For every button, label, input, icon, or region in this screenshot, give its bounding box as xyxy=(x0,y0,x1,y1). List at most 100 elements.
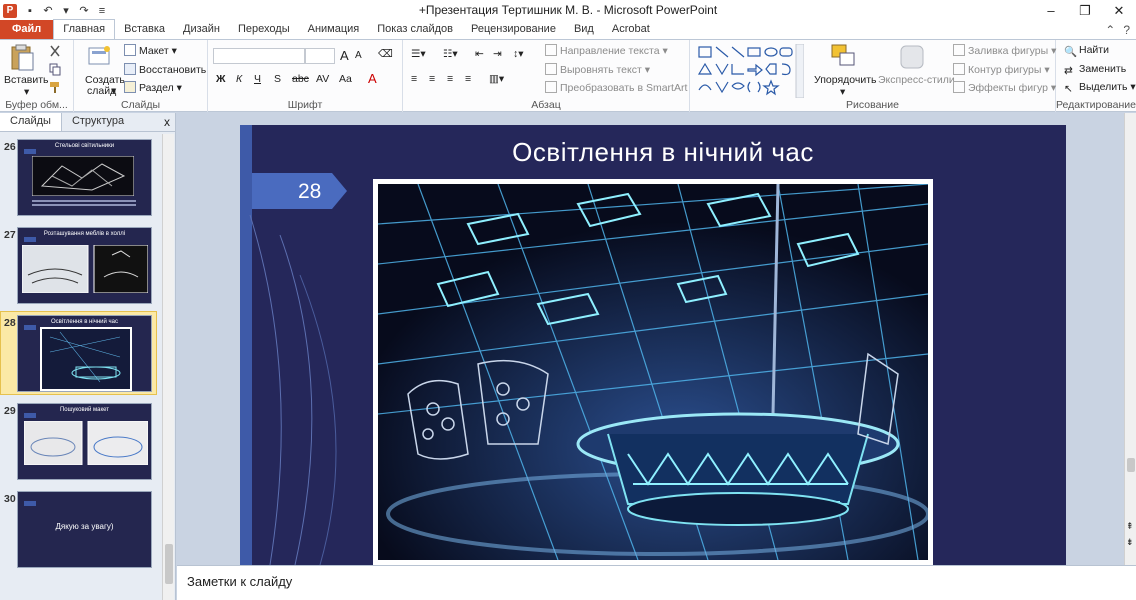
smartart-button[interactable]: Преобразовать в SmartArt xyxy=(545,81,687,94)
undo-icon[interactable]: ↶ xyxy=(41,4,55,17)
clear-format-icon[interactable]: ⌫ xyxy=(378,48,393,60)
decrease-indent-icon[interactable]: ⇤ xyxy=(475,48,484,60)
tab-slideshow[interactable]: Показ слайдов xyxy=(368,20,462,39)
minimize-button[interactable]: – xyxy=(1034,0,1068,21)
justify-icon[interactable]: ≡ xyxy=(465,73,471,85)
increase-indent-icon[interactable]: ⇥ xyxy=(493,48,502,60)
shape-outline-button[interactable]: Контур фигуры ▾ xyxy=(953,63,1050,76)
align-center-icon[interactable]: ≡ xyxy=(429,73,435,85)
underline-button[interactable]: Ч xyxy=(254,73,261,85)
shapes-gallery[interactable] xyxy=(696,44,804,98)
help-icon[interactable]: ? xyxy=(1123,23,1130,37)
shape-fill-button[interactable]: Заливка фигуры ▾ xyxy=(953,44,1056,57)
tab-insert[interactable]: Вставка xyxy=(115,20,174,39)
arrange-icon[interactable] xyxy=(830,43,860,71)
slide-edit-area: Освітлення в нічний час 28 xyxy=(177,113,1124,565)
shape-effects-button[interactable]: Эффекты фигур ▾ xyxy=(953,81,1056,94)
minimize-ribbon-icon[interactable]: ⌃ xyxy=(1105,23,1115,37)
quick-styles-icon[interactable] xyxy=(898,43,926,71)
bold-button[interactable]: Ж xyxy=(216,73,226,85)
close-button[interactable]: ✕ xyxy=(1102,0,1136,21)
layout-button[interactable]: Макет ▾ xyxy=(124,44,177,57)
format-painter-icon[interactable] xyxy=(48,80,62,94)
slide-thumbnail-29[interactable]: Пошуковий макет xyxy=(17,403,152,480)
tab-slides[interactable]: Слайды xyxy=(0,113,62,131)
strikethrough-button[interactable]: abc xyxy=(292,73,309,85)
editing-group-label: Редактирование xyxy=(1056,99,1136,111)
copy-icon[interactable] xyxy=(48,62,62,76)
restore-button[interactable]: ❐ xyxy=(1068,0,1102,21)
numbering-icon[interactable]: ☷▾ xyxy=(443,48,458,60)
quick-styles-button[interactable]: Экспресс-стили xyxy=(878,74,955,86)
shadow-button[interactable]: S xyxy=(274,73,281,85)
slide-thumbnail-27[interactable]: Розташування меблів в холлі xyxy=(17,227,152,304)
notes-placeholder[interactable]: Заметки к слайду xyxy=(187,574,292,589)
save-icon[interactable]: ▪ xyxy=(23,5,37,17)
ribbon-tabs: Файл Главная Вставка Дизайн Переходы Ани… xyxy=(0,19,1136,40)
arrange-button[interactable]: Упорядочить xyxy=(814,74,876,86)
thumbnail-image xyxy=(24,421,148,465)
scrollbar-thumb[interactable] xyxy=(1127,458,1135,472)
dropdown-icon[interactable]: ▾ xyxy=(59,4,73,17)
thumbnails-scrollbar[interactable] xyxy=(162,134,174,600)
tab-design[interactable]: Дизайн xyxy=(174,20,229,39)
change-case-button[interactable]: Aa xyxy=(339,73,352,85)
new-slide-dropdown-icon[interactable]: ▾ xyxy=(111,85,116,97)
customize-qat-icon[interactable]: ≡ xyxy=(95,5,109,17)
font-family-input[interactable] xyxy=(213,48,305,64)
tab-view[interactable]: Вид xyxy=(565,20,603,39)
arrange-dropdown-icon[interactable]: ▾ xyxy=(840,86,845,98)
tab-transitions[interactable]: Переходы xyxy=(229,20,299,39)
columns-icon[interactable]: ▥▾ xyxy=(489,73,504,85)
paste-icon[interactable] xyxy=(10,44,36,72)
slide-thumbnail-26[interactable]: Стельові світильники xyxy=(17,139,152,216)
redo-icon[interactable]: ↷ xyxy=(77,4,91,17)
slide-thumbnail-30[interactable]: Дякую за увагу) xyxy=(17,491,152,568)
powerpoint-app-icon[interactable]: P xyxy=(3,3,17,18)
thumbnail-number: 29 xyxy=(4,405,16,417)
text-direction-button[interactable]: Направление текста ▾ xyxy=(545,44,668,57)
align-right-icon[interactable]: ≡ xyxy=(447,73,453,85)
tab-review[interactable]: Рецензирование xyxy=(462,20,565,39)
slide-scrollbar[interactable]: ⇞ ⇟ xyxy=(1124,113,1136,565)
smartart-icon xyxy=(545,81,557,93)
bullets-icon[interactable]: ☰▾ xyxy=(411,48,426,60)
paste-dropdown-icon[interactable]: ▾ xyxy=(24,86,29,98)
grow-font-button[interactable]: A xyxy=(340,48,349,63)
tab-file[interactable]: Файл xyxy=(0,20,54,39)
close-pane-icon[interactable]: x xyxy=(164,115,170,129)
tab-home[interactable]: Главная xyxy=(53,19,116,39)
previous-slide-icon[interactable]: ⇞ xyxy=(1126,521,1134,532)
night-lighting-render xyxy=(377,183,930,561)
find-button[interactable]: 🔍 Найти xyxy=(1064,44,1109,58)
thumbnail-number-chip xyxy=(24,149,36,154)
paste-button[interactable]: Вставить xyxy=(4,74,49,86)
thumbnail-title: Розташування меблів в холлі xyxy=(43,231,126,237)
tab-animation[interactable]: Анимация xyxy=(299,20,369,39)
notes-pane[interactable]: Заметки к слайду xyxy=(177,565,1136,600)
char-spacing-button[interactable]: AV xyxy=(316,73,329,85)
slide-thumbnail-28[interactable]: Освітлення в нічний час xyxy=(17,315,152,392)
slide-photo[interactable] xyxy=(373,179,933,565)
tab-acrobat[interactable]: Acrobat xyxy=(603,20,659,39)
next-slide-icon[interactable]: ⇟ xyxy=(1126,537,1134,548)
align-text-button[interactable]: Выровнять текст ▾ xyxy=(545,63,650,76)
align-left-icon[interactable]: ≡ xyxy=(411,73,417,85)
shrink-font-button[interactable]: A xyxy=(355,50,362,61)
new-slide-icon[interactable] xyxy=(88,45,112,67)
font-color-button[interactable]: A xyxy=(368,71,377,86)
section-button[interactable]: Раздел ▾ xyxy=(124,81,182,94)
current-slide[interactable]: Освітлення в нічний час 28 xyxy=(240,125,1066,565)
reset-button[interactable]: Восстановить xyxy=(124,63,206,76)
font-size-input[interactable] xyxy=(305,48,335,64)
slide-title[interactable]: Освітлення в нічний час xyxy=(240,137,1066,168)
slides-group: Создать слайд ▾ Макет ▾ Восстановить Раз… xyxy=(74,40,208,112)
replace-button[interactable]: ⇄ Заменить xyxy=(1064,63,1126,77)
select-button[interactable]: ↖ Выделить ▾ xyxy=(1064,81,1136,95)
cut-icon[interactable] xyxy=(48,44,62,58)
find-icon: 🔍 xyxy=(1064,46,1078,58)
italic-button[interactable]: К xyxy=(236,73,242,85)
line-spacing-icon[interactable]: ↕▾ xyxy=(513,48,524,60)
tab-outline[interactable]: Структура xyxy=(62,113,134,131)
scrollbar-thumb[interactable] xyxy=(165,544,173,584)
